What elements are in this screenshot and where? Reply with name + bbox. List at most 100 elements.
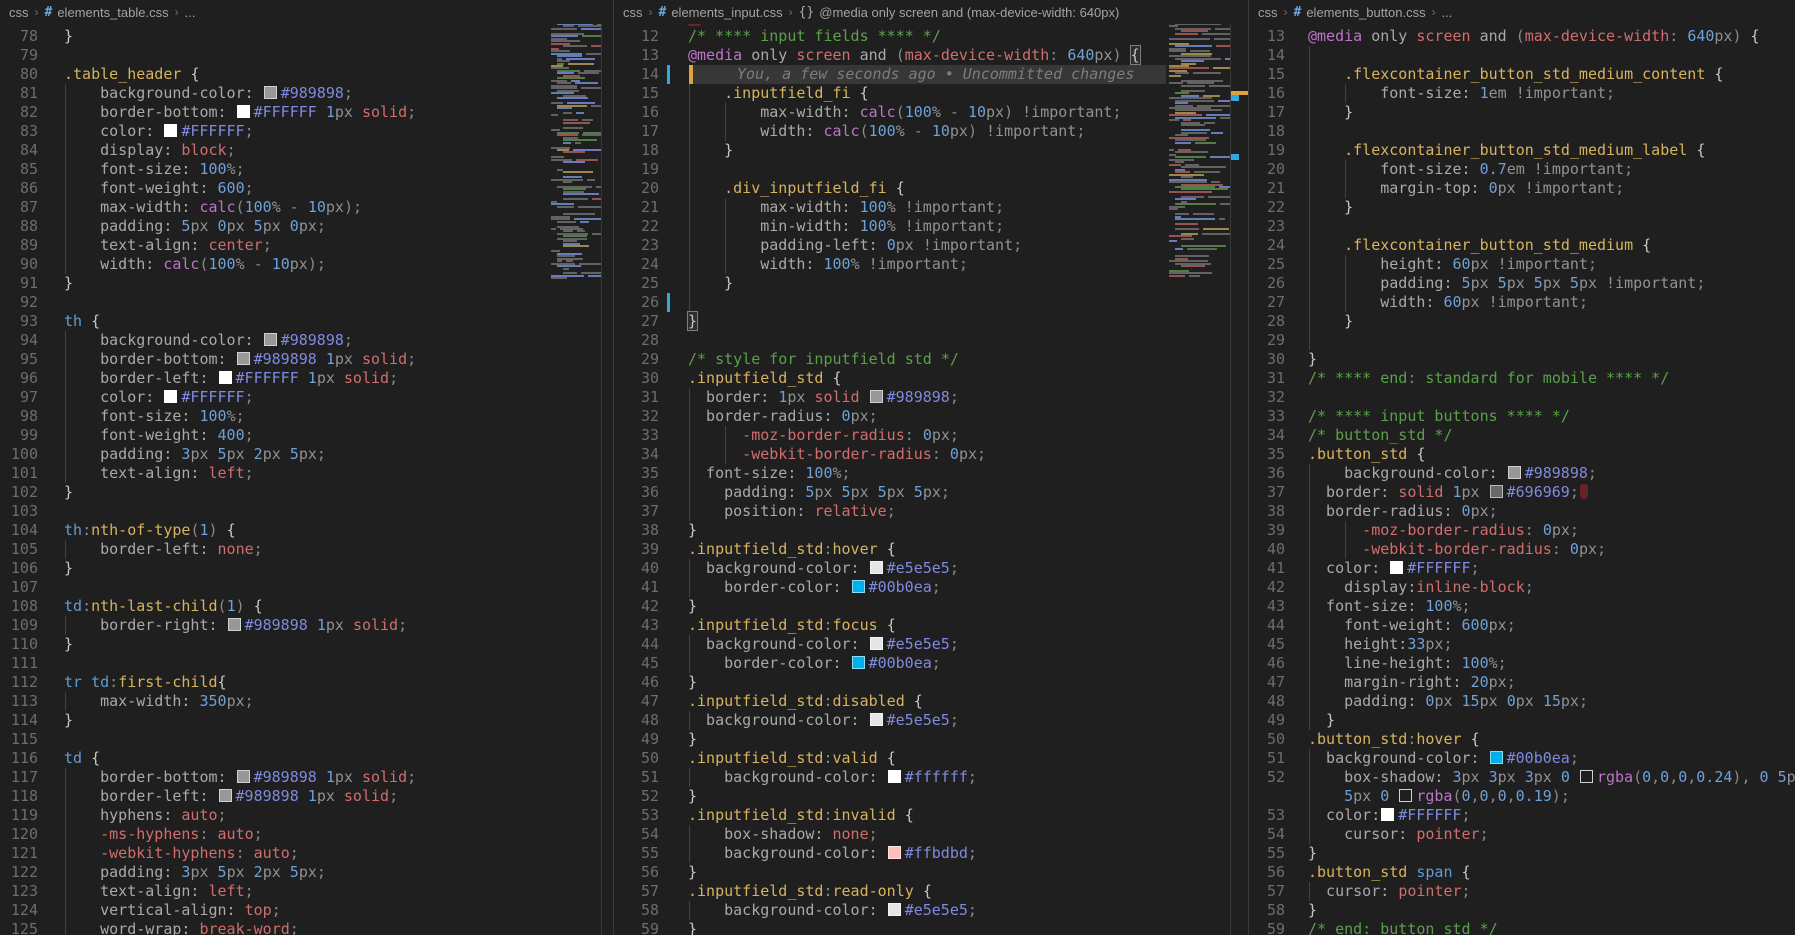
line-number[interactable]: 59 [614, 920, 659, 935]
line-number[interactable]: 47 [614, 692, 659, 711]
line-number[interactable]: 28 [1249, 312, 1285, 331]
code-line[interactable]: 32 [1249, 388, 1795, 407]
line-number[interactable]: 119 [0, 806, 38, 825]
line-number[interactable]: 78 [0, 27, 38, 46]
code-line[interactable]: 91} [0, 274, 548, 293]
code-line[interactable]: 102} [0, 483, 548, 502]
code-line[interactable]: 105 border-left: none; [0, 540, 548, 559]
line-number[interactable]: 110 [0, 635, 38, 654]
code-line[interactable]: 57 cursor: pointer; [1249, 882, 1795, 901]
line-number[interactable]: 93 [0, 312, 38, 331]
code-line[interactable]: 108td:nth-last-child(1) { [0, 597, 548, 616]
code-line[interactable]: 54 box-shadow: none; [614, 825, 1166, 844]
code-line[interactable]: 34/* button_std */ [1249, 426, 1795, 445]
code-line[interactable]: 113 max-width: 350px; [0, 692, 548, 711]
line-number[interactable]: 17 [614, 122, 659, 141]
line-number[interactable]: 89 [0, 236, 38, 255]
code-line[interactable]: 12/* **** input fields **** */ [614, 27, 1166, 46]
color-swatch-icon[interactable] [228, 618, 241, 631]
code-line[interactable]: 40 -webkit-border-radius: 0px; [1249, 540, 1795, 559]
code-line[interactable]: 118 border-left: #989898 1px solid; [0, 787, 548, 806]
line-number[interactable]: 83 [0, 122, 38, 141]
color-swatch-icon[interactable] [870, 713, 883, 726]
breadcrumb-item[interactable]: {}@media only screen and (max-device-wid… [799, 5, 1120, 20]
code-line[interactable]: 46} [614, 673, 1166, 692]
code-line[interactable]: 106} [0, 559, 548, 578]
line-number[interactable]: 21 [1249, 179, 1285, 198]
line-number[interactable]: 86 [0, 179, 38, 198]
code-line[interactable]: 33 -moz-border-radius: 0px; [614, 426, 1166, 445]
color-swatch-icon[interactable] [237, 770, 250, 783]
line-number[interactable]: 80 [0, 65, 38, 84]
overview-ruler[interactable] [601, 0, 613, 935]
code-line[interactable]: 57.inputfield_std:read-only { [614, 882, 1166, 901]
code-line[interactable]: 45 border-color: #00b0ea; [614, 654, 1166, 673]
code-line[interactable]: 52 box-shadow: 3px 3px 3px 0 rgba(0,0,0,… [1249, 768, 1795, 787]
line-number[interactable]: 44 [614, 635, 659, 654]
code-line[interactable]: 15 .inputfield_fi { [614, 84, 1166, 103]
code-line[interactable]: 89 text-align: center; [0, 236, 548, 255]
code-line[interactable]: 21 max-width: 100% !important; [614, 198, 1166, 217]
line-number[interactable]: 49 [614, 730, 659, 749]
line-number[interactable]: 58 [1249, 901, 1285, 920]
code-line[interactable]: 20 font-size: 0.7em !important; [1249, 160, 1795, 179]
line-number[interactable]: 125 [0, 920, 38, 935]
code-line[interactable]: 16 max-width: calc(100% - 10px) !importa… [614, 103, 1166, 122]
line-number[interactable]: 120 [0, 825, 38, 844]
code-line[interactable]: 30} [1249, 350, 1795, 369]
code-line[interactable]: 29 [1249, 331, 1795, 350]
line-number[interactable]: 87 [0, 198, 38, 217]
line-number[interactable]: 98 [0, 407, 38, 426]
code-line[interactable]: 43.inputfield_std:focus { [614, 616, 1166, 635]
line-number[interactable]: 43 [614, 616, 659, 635]
code-line[interactable]: 34 -webkit-border-radius: 0px; [614, 445, 1166, 464]
color-swatch-icon[interactable] [870, 637, 883, 650]
code-line[interactable]: 46 line-height: 100%; [1249, 654, 1795, 673]
line-number[interactable]: 35 [1249, 445, 1285, 464]
line-number[interactable]: 109 [0, 616, 38, 635]
line-number[interactable]: 31 [614, 388, 659, 407]
code-line[interactable]: 48 background-color: #e5e5e5; [614, 711, 1166, 730]
line-number[interactable]: 118 [0, 787, 38, 806]
code-line[interactable]: 80.table_header { [0, 65, 548, 84]
code-line[interactable]: 93th { [0, 312, 548, 331]
code-line[interactable]: 37 position: relative; [614, 502, 1166, 521]
code-line[interactable]: 92 [0, 293, 548, 312]
code-line[interactable]: 22 min-width: 100% !important; [614, 217, 1166, 236]
line-number[interactable]: 32 [614, 407, 659, 426]
line-number[interactable]: 22 [1249, 198, 1285, 217]
line-number[interactable]: 96 [0, 369, 38, 388]
code-line[interactable]: 40 background-color: #e5e5e5; [614, 559, 1166, 578]
line-number[interactable]: 57 [1249, 882, 1285, 901]
line-number[interactable]: 111 [0, 654, 38, 673]
code-line[interactable]: 47.inputfield_std:disabled { [614, 692, 1166, 711]
code-line[interactable]: 28 } [1249, 312, 1795, 331]
line-number[interactable]: 26 [1249, 274, 1285, 293]
line-number[interactable]: 33 [1249, 407, 1285, 426]
code-line[interactable]: 96 border-left: #FFFFFF 1px solid; [0, 369, 548, 388]
color-swatch-icon[interactable] [888, 770, 901, 783]
line-number[interactable]: 42 [1249, 578, 1285, 597]
overview-ruler[interactable] [1230, 0, 1248, 935]
line-number[interactable]: 53 [614, 806, 659, 825]
line-number[interactable]: 14 [614, 65, 659, 84]
line-number[interactable]: 20 [614, 179, 659, 198]
code-line[interactable]: 31/* **** end: standard for mobile **** … [1249, 369, 1795, 388]
line-number[interactable]: 85 [0, 160, 38, 179]
line-number[interactable]: 38 [614, 521, 659, 540]
code-line[interactable]: 28 [614, 331, 1166, 350]
line-number[interactable]: 101 [0, 464, 38, 483]
line-number[interactable]: 81 [0, 84, 38, 103]
line-number[interactable]: 51 [614, 768, 659, 787]
line-number[interactable]: 47 [1249, 673, 1285, 692]
line-number[interactable]: 36 [1249, 464, 1285, 483]
code-line[interactable]: 111 [0, 654, 548, 673]
code-line[interactable]: 21 margin-top: 0px !important; [1249, 179, 1795, 198]
line-number[interactable]: 55 [1249, 844, 1285, 863]
code-line[interactable]: 25 height: 60px !important; [1249, 255, 1795, 274]
line-number[interactable]: 37 [1249, 483, 1285, 502]
code-line[interactable]: 51 background-color: #00b0ea; [1249, 749, 1795, 768]
code-line[interactable]: 17 } [1249, 103, 1795, 122]
line-number[interactable]: 34 [1249, 426, 1285, 445]
code-line[interactable]: 36 background-color: #989898; [1249, 464, 1795, 483]
